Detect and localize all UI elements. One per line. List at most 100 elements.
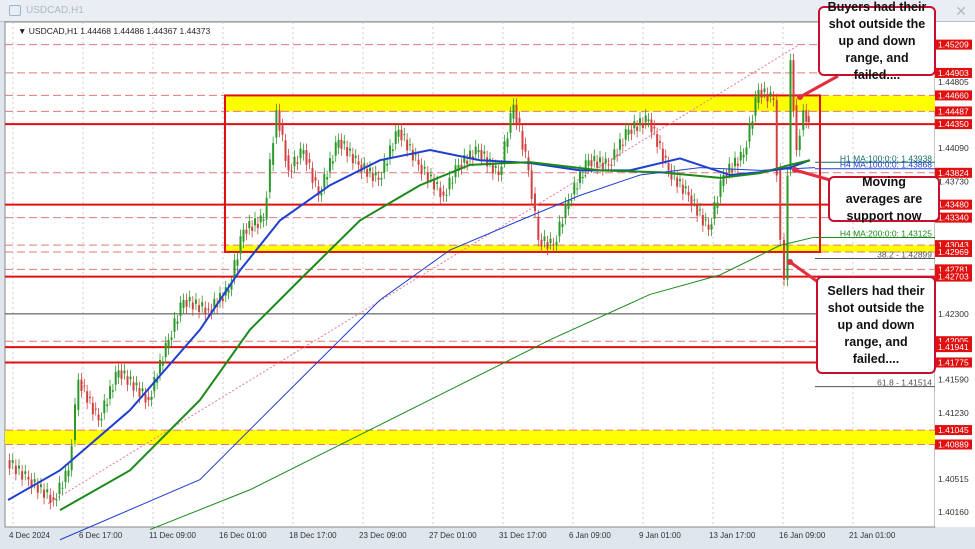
candle-body — [296, 162, 299, 164]
candle-body — [326, 177, 329, 180]
candle-body — [106, 404, 109, 407]
candle-body — [259, 215, 262, 223]
candle-body — [420, 164, 423, 175]
price-tag-label: 1.42969 — [938, 247, 969, 257]
candle-body — [524, 144, 527, 152]
line-label: H4 MA:200:0:0: 1.43125 — [840, 229, 932, 239]
time-axis-label: 16 Dec 01:00 — [219, 531, 267, 540]
candle-body — [302, 150, 305, 155]
candle-body — [83, 385, 86, 387]
candle-body — [411, 149, 414, 161]
candle-body — [647, 119, 650, 121]
candle-body — [11, 460, 14, 463]
candle-body — [389, 145, 391, 159]
candle-body — [748, 123, 751, 142]
candle-body — [176, 321, 179, 324]
candle-body — [684, 186, 687, 189]
arrow-head-icon — [787, 259, 793, 265]
candle-body — [546, 242, 549, 249]
line-label: 38.2 - 1.42899 — [877, 249, 932, 259]
time-axis-label: 4 Dec 2024 — [9, 531, 50, 540]
candle-body — [627, 129, 630, 135]
candle-body — [135, 382, 138, 386]
candle-body — [707, 224, 710, 230]
candle-body — [61, 487, 64, 489]
line-label: H4 MA:100:0:0: 1.43868 — [840, 160, 932, 170]
candle-body — [506, 138, 509, 147]
candle-body — [377, 177, 380, 180]
candle-body — [429, 174, 432, 177]
time-axis-label: 31 Dec 17:00 — [499, 531, 547, 540]
candle-body — [236, 259, 239, 266]
candle-body — [132, 382, 135, 391]
price-tag-label: 1.41941 — [938, 342, 969, 352]
candle-body — [349, 148, 351, 151]
callout-moving-averages: Moving averages are support now — [828, 175, 940, 223]
price-axis-label: 1.41590 — [938, 375, 969, 385]
candle-body — [696, 205, 699, 216]
candle-body — [423, 166, 426, 169]
candle-body — [795, 105, 798, 151]
candle-body — [621, 144, 624, 146]
candle-body — [439, 187, 442, 198]
candle-body — [555, 241, 558, 246]
price-axis-label: 1.42300 — [938, 309, 969, 319]
candle-body — [607, 164, 610, 166]
candle-body — [639, 118, 641, 126]
candle-body — [337, 139, 340, 148]
candle-body — [661, 148, 664, 162]
candle-body — [670, 170, 673, 180]
candle-body — [406, 139, 409, 151]
candle-body — [97, 414, 100, 421]
candle-body — [346, 146, 349, 157]
candle-body — [386, 163, 389, 166]
candle-body — [314, 177, 317, 181]
candle-body — [633, 121, 636, 129]
candle-body — [233, 260, 236, 278]
candle-body — [201, 302, 204, 307]
candle-body — [466, 160, 469, 165]
candle-body — [227, 289, 230, 293]
candle-body — [619, 139, 621, 150]
candle-body — [293, 156, 296, 167]
candle-body — [265, 197, 268, 220]
candle-body — [534, 193, 536, 212]
candle-body — [650, 119, 653, 133]
candle-body — [380, 178, 383, 180]
candle-body — [194, 299, 197, 304]
candle-body — [204, 307, 207, 315]
candle-body — [414, 154, 417, 156]
candle-body — [94, 408, 97, 410]
candle-body — [701, 214, 704, 226]
candle-body — [391, 149, 394, 152]
candle-body — [693, 199, 696, 201]
candle-body — [343, 141, 346, 144]
candle-body — [710, 224, 713, 230]
candle-body — [248, 221, 251, 229]
candle-body — [681, 184, 684, 194]
candle-body — [305, 150, 308, 165]
candle-body — [530, 170, 533, 200]
candle-body — [290, 170, 293, 172]
price-tag-label: 1.44903 — [938, 68, 969, 78]
candle-body — [18, 465, 20, 469]
candle-body — [117, 370, 120, 378]
candle-body — [442, 191, 445, 196]
price-tag-label: 1.41045 — [938, 425, 969, 435]
candle-body — [590, 160, 593, 167]
candle-body — [275, 110, 278, 138]
candle-body — [564, 203, 567, 219]
candle-body — [540, 239, 543, 247]
time-axis-label: 6 Dec 17:00 — [79, 531, 123, 540]
candle-body — [704, 219, 707, 221]
candle-body — [760, 89, 763, 98]
candle-body — [742, 154, 745, 158]
candle-body — [805, 110, 808, 122]
candle-body — [299, 148, 302, 159]
candle-body — [91, 402, 94, 415]
price-axis-label: 1.43730 — [938, 177, 969, 187]
time-axis-label: 6 Jan 09:00 — [569, 531, 611, 540]
candle-body — [173, 318, 176, 332]
candle-body — [624, 129, 627, 140]
candle-body — [512, 104, 515, 119]
